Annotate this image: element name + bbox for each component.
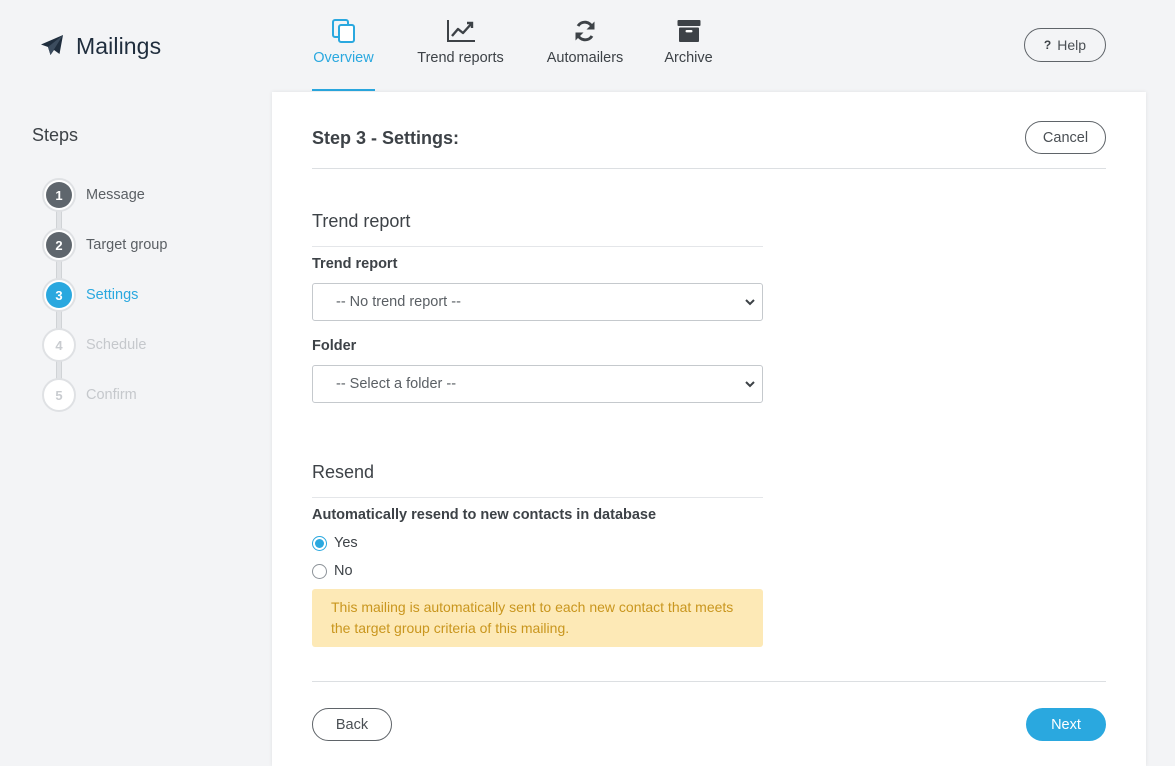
step-confirm: 5 Confirm — [42, 378, 137, 412]
archive-icon — [677, 18, 701, 44]
resend-yes-radio[interactable] — [312, 535, 327, 551]
settings-card: Step 3 - Settings: Cancel Trend report T… — [272, 92, 1146, 766]
step-schedule: 4 Schedule — [42, 328, 146, 362]
trend-report-section-title: Trend report — [312, 211, 411, 231]
app-header: Mailings Overview Trend reports Automail… — [0, 0, 1175, 92]
tab-trend-reports[interactable]: Trend reports — [415, 0, 506, 92]
step-target-group[interactable]: 2 Target group — [42, 228, 167, 262]
resend-question: Automatically resend to new contacts in … — [312, 507, 657, 523]
resend-no-label: No — [334, 563, 353, 579]
trend-report-select[interactable]: -- No trend report -- — [312, 283, 763, 321]
tab-overview-label: Overview — [313, 50, 374, 66]
step-number: 5 — [46, 382, 72, 408]
help-label: Help — [1057, 37, 1087, 53]
cancel-button[interactable]: Cancel — [1025, 121, 1106, 154]
tab-automailers[interactable]: Automailers — [545, 0, 625, 92]
steps-title: Steps — [32, 125, 79, 145]
resend-section-title: Resend — [312, 462, 375, 482]
section-divider — [312, 497, 763, 498]
resend-yes-option[interactable]: Yes — [312, 533, 358, 553]
title-divider — [312, 168, 1106, 169]
resend-no-option[interactable]: No — [312, 561, 353, 581]
section-divider — [312, 246, 763, 247]
app-title: Mailings — [76, 32, 162, 59]
line-chart-icon — [446, 18, 476, 44]
resend-yes-label: Yes — [334, 535, 358, 551]
step-number: 4 — [46, 332, 72, 358]
chevron-down-icon — [745, 381, 755, 388]
next-button[interactable]: Next — [1026, 708, 1106, 741]
brand[interactable]: Mailings — [40, 30, 161, 62]
refresh-icon — [573, 18, 597, 44]
paper-plane-icon — [41, 35, 63, 55]
tab-trend-reports-label: Trend reports — [417, 50, 504, 66]
chevron-down-icon — [745, 299, 755, 306]
folder-label: Folder — [312, 338, 357, 354]
step-number: 3 — [46, 282, 72, 308]
tab-overview[interactable]: Overview — [312, 0, 375, 92]
tab-archive-label: Archive — [664, 50, 713, 66]
tab-archive[interactable]: Archive — [664, 0, 713, 92]
resend-notice: This mailing is automatically sent to ea… — [312, 589, 763, 647]
folder-select[interactable]: -- Select a folder -- — [312, 365, 763, 403]
step-settings[interactable]: 3 Settings — [42, 278, 138, 312]
folder-selected-value: -- Select a folder -- — [336, 376, 457, 392]
step-message[interactable]: 1 Message — [42, 178, 145, 212]
help-button[interactable]: ? Help — [1024, 28, 1106, 62]
step-label: Confirm — [86, 387, 137, 403]
copy-icon — [331, 18, 357, 44]
question-mark-icon: ? — [1043, 38, 1052, 52]
back-button[interactable]: Back — [312, 708, 392, 741]
step-number: 2 — [46, 232, 72, 258]
step-label: Message — [86, 187, 145, 203]
step-label: Target group — [86, 237, 168, 253]
trend-report-label: Trend report — [312, 256, 398, 272]
page-title: Step 3 - Settings: — [312, 128, 460, 148]
footer-divider — [312, 681, 1106, 682]
trend-report-selected-value: -- No trend report -- — [336, 294, 461, 310]
resend-no-radio[interactable] — [312, 563, 327, 579]
step-number: 1 — [46, 182, 72, 208]
tab-automailers-label: Automailers — [546, 50, 624, 66]
step-label: Settings — [86, 287, 139, 303]
step-label: Schedule — [86, 337, 147, 353]
